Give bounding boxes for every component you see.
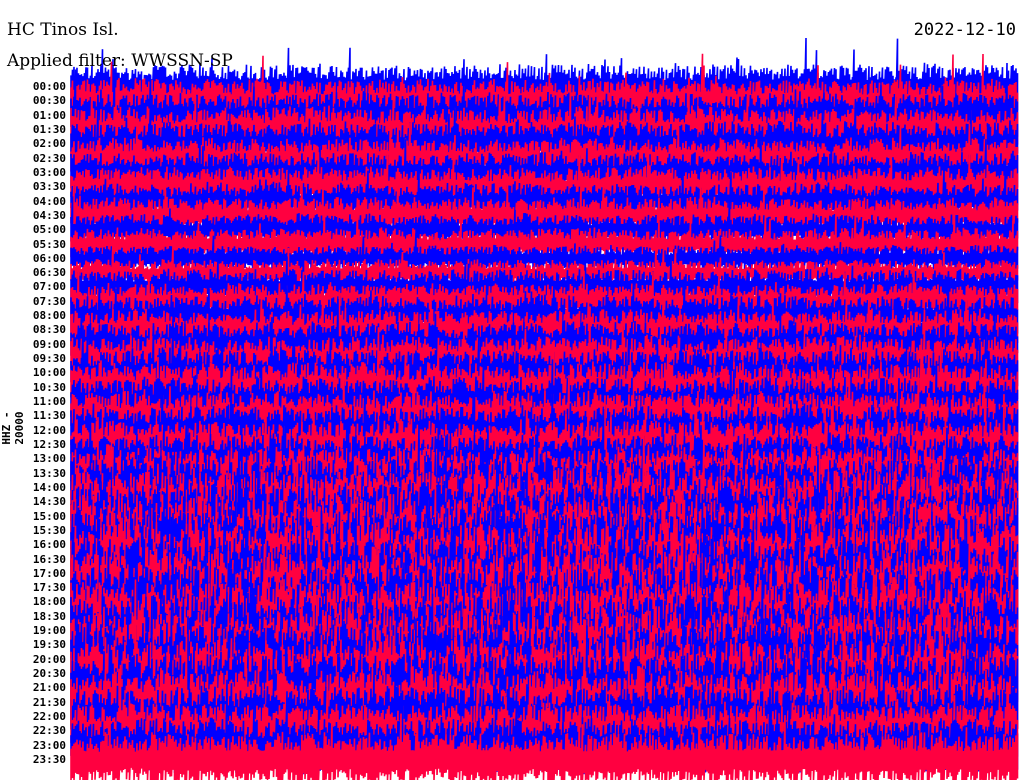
helicorder-plot bbox=[70, 37, 1019, 780]
filter-label: Applied filter: WWSSN-SP bbox=[7, 51, 233, 71]
